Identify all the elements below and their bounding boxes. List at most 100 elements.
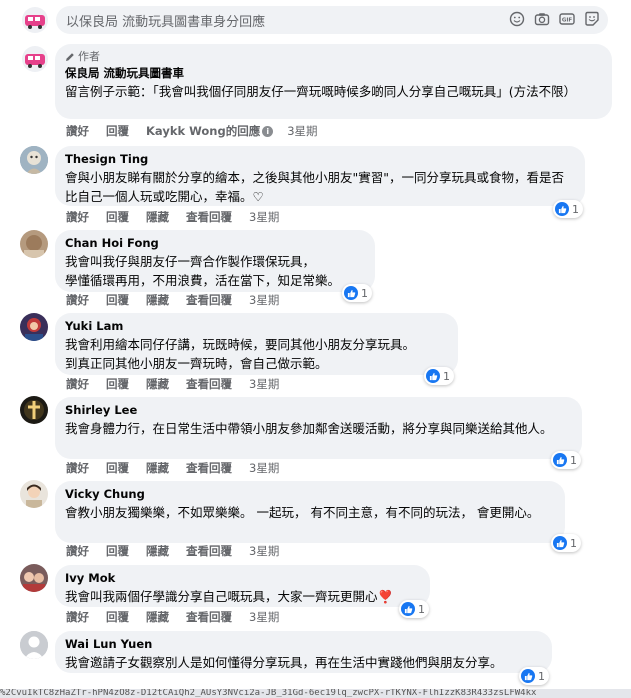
author-badge: 作者 [65, 49, 602, 65]
view-replies-button[interactable]: 查看回覆 [186, 609, 232, 625]
like-reaction-icon [426, 369, 440, 383]
commenter-name[interactable]: Thesign Ting [65, 151, 575, 168]
commenter-avatar[interactable] [20, 313, 48, 341]
reply-button[interactable]: 回覆 [106, 123, 129, 139]
info-icon[interactable]: i [262, 126, 274, 137]
like-button[interactable]: 讚好 [66, 543, 89, 559]
hide-button[interactable]: 隱藏 [146, 292, 169, 308]
like-button[interactable]: 讚好 [66, 460, 89, 476]
timestamp[interactable]: 3星期 [249, 292, 279, 308]
page-avatar[interactable] [22, 7, 48, 33]
timestamp[interactable]: 3星期 [249, 209, 279, 225]
like-button[interactable]: 讚好 [66, 609, 89, 625]
comment-input[interactable]: 以保良局 流動玩具圖書車身分回應 GIF [56, 6, 608, 34]
reply-summary[interactable]: Kaykk Wong的回應 i [146, 123, 274, 139]
reply-button[interactable]: 回覆 [106, 543, 129, 559]
reaction-count[interactable]: 1 [519, 667, 549, 685]
reaction-count[interactable]: 1 [342, 284, 372, 302]
timestamp[interactable]: 3星期 [249, 543, 279, 559]
comment-bubble: Yuki Lam 我會利用繪本同仔仔講，玩既時候，要同其他小朋友分享玩具。 到真… [55, 313, 458, 375]
reply-button[interactable]: 回覆 [106, 609, 129, 625]
reaction-count[interactable]: 1 [424, 367, 454, 385]
like-reaction-icon [555, 202, 569, 216]
comment-text: 留言例子示範：「我會叫我個仔同朋友仔一齊玩嘅時候多啲同人分享自己嘅玩具」(方法不… [65, 84, 577, 99]
comment-composer: 以保良局 流動玩具圖書車身分回應 GIF [0, 0, 631, 40]
camera-icon[interactable] [534, 11, 550, 27]
sticker-icon[interactable] [584, 11, 600, 27]
commenter-name[interactable]: Vicky Chung [65, 486, 555, 503]
reaction-count[interactable]: 1 [551, 451, 581, 469]
reaction-count-label: 1 [361, 286, 368, 300]
comment-actions: 讚好 回覆 隱藏 查看回覆 3星期 [66, 292, 296, 308]
like-reaction-icon [344, 286, 358, 300]
emoji-icon[interactable] [509, 11, 525, 27]
hide-button[interactable]: 隱藏 [146, 609, 169, 625]
view-replies-button[interactable]: 查看回覆 [186, 209, 232, 225]
like-button[interactable]: 讚好 [66, 292, 89, 308]
reaction-count-label: 1 [418, 602, 425, 616]
comment-text: 會與小朋友睇有關於分享的繪本，之後與其他小朋友"實習"，一同分享玩具或食物，看是… [65, 170, 565, 204]
commenter-avatar[interactable] [20, 564, 48, 592]
comment-actions: 讚好 回覆 隱藏 查看回覆 3星期 [66, 543, 296, 559]
timestamp[interactable]: 3星期 [249, 376, 279, 392]
comment-bubble: Shirley Lee 我會身體力行，在日常生活中帶領小朋友參加鄰舍送暖活動，將… [55, 397, 582, 459]
reply-button[interactable]: 回覆 [106, 292, 129, 308]
comment-bubble: Thesign Ting 會與小朋友睇有關於分享的繪本，之後與其他小朋友"實習"… [55, 146, 585, 206]
default-avatar-icon [20, 631, 48, 659]
reply-button[interactable]: 回覆 [106, 460, 129, 476]
view-replies-button[interactable]: 查看回覆 [186, 543, 232, 559]
avatar-photo [20, 146, 48, 174]
comment-text: 我會利用繪本同仔仔講，玩既時候，要同其他小朋友分享玩具。 到真正同其他小朋友一齊… [65, 337, 416, 371]
timestamp[interactable]: 3星期 [249, 460, 279, 476]
comment-bubble: Chan Hoi Fong 我會叫我仔與朋友仔一齊合作製作環保玩具， 學懂循環再… [55, 230, 375, 292]
reaction-count[interactable]: 1 [399, 600, 429, 618]
hide-button[interactable]: 隱藏 [146, 209, 169, 225]
comment-bubble: 作者 保良局 流動玩具圖書車 留言例子示範：「我會叫我個仔同朋友仔一齊玩嘅時候多… [55, 44, 612, 119]
view-replies-button[interactable]: 查看回覆 [186, 460, 232, 476]
commenter-avatar[interactable] [20, 631, 48, 659]
timestamp[interactable]: 3星期 [287, 123, 317, 139]
commenter-avatar[interactable] [20, 480, 48, 508]
author-avatar[interactable] [22, 46, 48, 72]
reaction-count[interactable]: 1 [551, 534, 581, 552]
hide-button[interactable]: 隱藏 [146, 376, 169, 392]
commenter-name[interactable]: Yuki Lam [65, 318, 448, 335]
comment-bubble: Vicky Chung 會教小朋友獨樂樂，不如眾樂樂。 一起玩， 有不同主意，有… [55, 481, 565, 543]
comment-actions: 讚好 回覆 隱藏 查看回覆 3星期 [66, 209, 296, 225]
commenter-name[interactable]: Wai Lun Yuen [65, 636, 542, 653]
commenter-avatar[interactable] [20, 146, 48, 174]
like-button[interactable]: 讚好 [66, 209, 89, 225]
avatar-photo [20, 480, 48, 508]
reaction-count-label: 1 [570, 453, 577, 467]
like-button[interactable]: 讚好 [66, 376, 89, 392]
view-replies-button[interactable]: 查看回覆 [186, 376, 232, 392]
comment-actions: 讚好 回覆 Kaykk Wong的回應 i 3星期 [66, 123, 335, 139]
reply-summary-label[interactable]: Kaykk Wong的回應 [146, 124, 260, 138]
avatar-photo [20, 230, 48, 258]
commenter-avatar[interactable] [20, 396, 48, 424]
commenter-name[interactable]: Shirley Lee [65, 402, 572, 419]
like-reaction-icon [401, 602, 415, 616]
comment-bubble: Ivy Mok 我會叫我兩個仔學識分享自己嘅玩具，大家一齊玩更開心❣️ [55, 565, 430, 607]
hide-button[interactable]: 隱藏 [146, 460, 169, 476]
svg-text:GIF: GIF [562, 18, 573, 24]
commenter-name[interactable]: 保良局 流動玩具圖書車 [65, 65, 602, 82]
hide-button[interactable]: 隱藏 [146, 543, 169, 559]
gif-icon[interactable]: GIF [559, 11, 575, 27]
commenter-avatar[interactable] [20, 230, 48, 258]
reaction-count[interactable]: 1 [553, 200, 583, 218]
timestamp[interactable]: 3星期 [249, 609, 279, 625]
commenter-name[interactable]: Chan Hoi Fong [65, 235, 365, 252]
status-bar-url: %2CvuIkTC8zHaZTr-hPN4zO8z-D12tCAiQh2_AUs… [0, 689, 631, 698]
reply-button[interactable]: 回覆 [106, 376, 129, 392]
like-button[interactable]: 讚好 [66, 123, 89, 139]
reply-button[interactable]: 回覆 [106, 209, 129, 225]
comment-input-placeholder: 以保良局 流動玩具圖書車身分回應 [66, 15, 266, 30]
view-replies-button[interactable]: 查看回覆 [186, 292, 232, 308]
author-tag-label: 作者 [78, 50, 100, 63]
comment-actions: 讚好 回覆 隱藏 查看回覆 3星期 [66, 609, 296, 625]
van-logo-icon [25, 54, 45, 68]
commenter-name[interactable]: Ivy Mok [65, 570, 420, 587]
like-reaction-icon [553, 453, 567, 467]
comment-actions: 讚好 回覆 隱藏 查看回覆 3星期 [66, 460, 296, 476]
